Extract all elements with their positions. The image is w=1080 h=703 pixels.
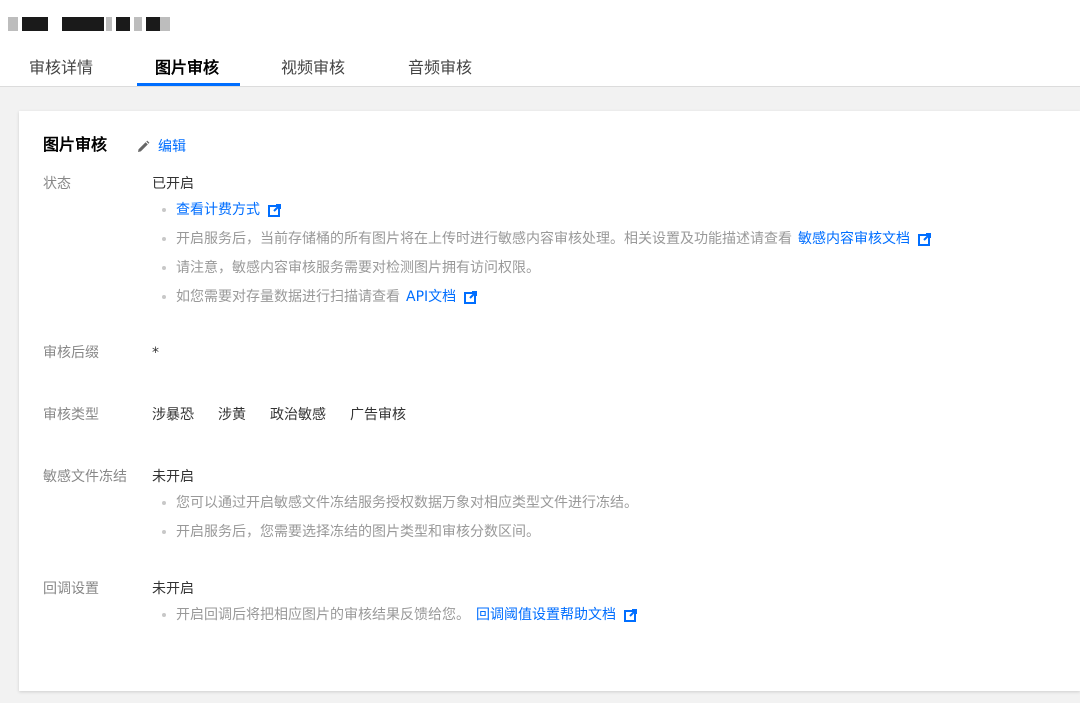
hint-billing: 查看计费方式 <box>162 200 281 220</box>
review-type-item: 涉暴恐 <box>152 407 194 423</box>
scan-text: 如您需要对存量数据进行扫描请查看 <box>176 289 400 305</box>
notice-text: 请注意，敏感内容审核服务需要对检测图片拥有访问权限。 <box>176 260 540 276</box>
edit-link[interactable]: 编辑 <box>158 137 186 157</box>
hint-notice: 请注意，敏感内容审核服务需要对检测图片拥有访问权限。 <box>162 258 540 278</box>
hint-callback: 开启回调后将把相应图片的审核结果反馈给您。 回调阈值设置帮助文档 <box>162 605 637 625</box>
tab-video-review[interactable]: 视频审核 <box>281 50 345 87</box>
card-title: 图片审核 <box>43 135 108 154</box>
freeze-label: 敏感文件冻结 <box>43 469 127 485</box>
redacted-breadcrumb <box>0 17 180 31</box>
review-type-list: 涉暴恐 涉黄 政治敏感 广告审核 <box>152 405 430 425</box>
external-link-icon[interactable] <box>268 203 281 217</box>
external-link-icon[interactable] <box>918 232 931 246</box>
tab-image-review[interactable]: 图片审核 <box>155 50 219 87</box>
callback-help-doc-link[interactable]: 回调阈值设置帮助文档 <box>476 605 616 625</box>
bullet-dot <box>162 501 166 505</box>
pencil-icon <box>138 140 150 152</box>
suffix-value: * <box>152 345 159 361</box>
review-type-item: 广告审核 <box>350 407 406 423</box>
service-text: 开启服务后，当前存储桶的所有图片将在上传时进行敏感内容审核处理。相关设置及功能描… <box>176 231 792 247</box>
sensitive-review-doc-link[interactable]: 敏感内容审核文档 <box>798 229 910 249</box>
active-tab-indicator <box>137 83 240 86</box>
freeze-hint-text: 您可以通过开启敏感文件冻结服务授权数据万象对相应类型文件进行冻结。 <box>176 495 638 511</box>
bullet-dot <box>162 266 166 270</box>
hint-service: 开启服务后，当前存储桶的所有图片将在上传时进行敏感内容审核处理。相关设置及功能描… <box>162 229 931 249</box>
bullet-dot <box>162 208 166 212</box>
tab-bar: 审核详情 图片审核 视频审核 音频审核 <box>0 50 600 87</box>
hint-scan: 如您需要对存量数据进行扫描请查看 API文档 <box>162 287 478 307</box>
callback-hint-text: 开启回调后将把相应图片的审核结果反馈给您。 <box>176 607 470 623</box>
callback-label: 回调设置 <box>43 581 99 597</box>
bullet-dot <box>162 613 166 617</box>
bullet-dot <box>162 295 166 299</box>
bullet-dot <box>162 237 166 241</box>
status-value: 已开启 <box>152 176 194 192</box>
api-doc-link[interactable]: API文档 <box>406 287 456 307</box>
hint-freeze-1: 您可以通过开启敏感文件冻结服务授权数据万象对相应类型文件进行冻结。 <box>162 493 638 513</box>
hint-freeze-2: 开启服务后，您需要选择冻结的图片类型和审核分数区间。 <box>162 522 540 542</box>
suffix-label: 审核后缀 <box>43 345 99 361</box>
billing-link[interactable]: 查看计费方式 <box>176 200 260 220</box>
review-type-label: 审核类型 <box>43 407 99 423</box>
status-label: 状态 <box>43 176 71 192</box>
freeze-value: 未开启 <box>152 469 194 485</box>
top-bar: 审核详情 图片审核 视频审核 音频审核 <box>0 0 1080 87</box>
review-type-item: 涉黄 <box>218 407 246 423</box>
tab-review-details[interactable]: 审核详情 <box>29 50 93 87</box>
bullet-dot <box>162 530 166 534</box>
edit-button[interactable]: 编辑 <box>136 137 186 157</box>
tab-audio-review[interactable]: 音频审核 <box>408 50 472 87</box>
external-link-icon[interactable] <box>624 608 637 622</box>
external-link-icon[interactable] <box>464 290 478 304</box>
review-type-item: 政治敏感 <box>270 407 326 423</box>
freeze-hint-text: 开启服务后，您需要选择冻结的图片类型和审核分数区间。 <box>176 524 540 540</box>
callback-value: 未开启 <box>152 581 194 597</box>
image-review-card: 图片审核 编辑 状态 已开启 查看计费方式 开启服务后，当前存储桶的所有图片将在… <box>19 111 1080 691</box>
